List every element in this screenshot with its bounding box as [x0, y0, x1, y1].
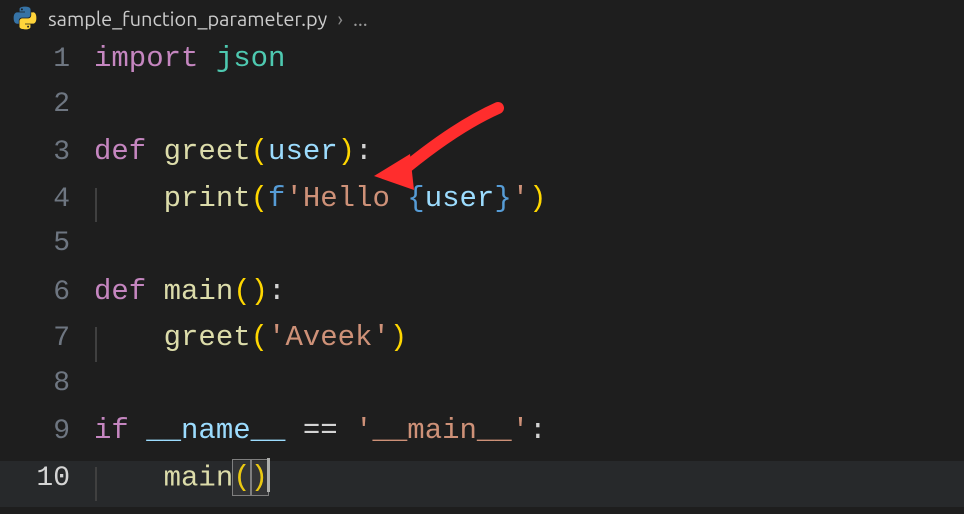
paren-close: ) — [338, 135, 355, 168]
code-line[interactable]: 3 def greet(user): — [0, 135, 964, 182]
code-line[interactable]: 5 — [0, 228, 964, 275]
text-cursor — [267, 458, 270, 492]
dunder-name: __name__ — [146, 414, 285, 447]
function-name: main — [164, 275, 234, 308]
code-line-current[interactable]: 10 main() — [0, 461, 964, 508]
variable-name: user — [425, 182, 495, 215]
line-number: 1 — [0, 44, 94, 75]
line-number: 8 — [0, 368, 94, 399]
line-number: 7 — [0, 323, 94, 354]
code-content[interactable]: main() — [94, 461, 270, 495]
code-content[interactable]: greet('Aveek') — [94, 321, 407, 354]
paren-close: ) — [251, 461, 268, 494]
chevron-right-icon: › — [337, 7, 343, 30]
colon: : — [268, 275, 285, 308]
line-number: 3 — [0, 137, 94, 168]
keyword-def: def — [94, 275, 146, 308]
function-call: greet — [164, 321, 251, 354]
keyword-import: import — [94, 42, 198, 75]
paren-open: ( — [233, 461, 250, 494]
breadcrumb[interactable]: sample_function_parameter.py › ... — [0, 0, 964, 36]
paren-close: ) — [529, 182, 546, 215]
code-line[interactable]: 1 import json — [0, 42, 964, 89]
keyword-if: if — [94, 414, 129, 447]
paren-open: ( — [233, 275, 250, 308]
string-literal: '__main__' — [355, 414, 529, 447]
code-content[interactable]: import json — [94, 42, 285, 75]
code-content[interactable]: def main(): — [94, 275, 285, 308]
parameter-name: user — [268, 135, 338, 168]
paren-open: ( — [251, 182, 268, 215]
code-line[interactable]: 8 — [0, 368, 964, 415]
line-number: 2 — [0, 89, 94, 120]
line-number: 4 — [0, 184, 94, 215]
string-literal: 'Aveek' — [268, 321, 390, 354]
code-content[interactable]: def greet(user): — [94, 135, 372, 168]
colon: : — [529, 414, 546, 447]
code-content[interactable]: if __name__ == '__main__': — [94, 414, 547, 447]
line-number: 10 — [0, 463, 94, 494]
line-number: 5 — [0, 228, 94, 259]
fstring-brace: { — [407, 182, 424, 215]
breadcrumb-ellipsis[interactable]: ... — [353, 7, 368, 30]
module-name: json — [216, 42, 286, 75]
code-line[interactable]: 9 if __name__ == '__main__': — [0, 414, 964, 461]
line-number: 9 — [0, 416, 94, 447]
fstring-prefix: f — [268, 182, 285, 215]
fstring-brace: } — [494, 182, 511, 215]
code-editor[interactable]: 1 import json 2 3 def greet(user): 4 pri… — [0, 36, 964, 507]
colon: : — [355, 135, 372, 168]
code-line[interactable]: 7 greet('Aveek') — [0, 321, 964, 368]
paren-close: ) — [251, 275, 268, 308]
paren-open: ( — [251, 321, 268, 354]
paren-open: ( — [251, 135, 268, 168]
code-content[interactable]: print(f'Hello {user}') — [94, 182, 547, 215]
operator-eq: == — [303, 414, 338, 447]
paren-close: ) — [390, 321, 407, 354]
string-literal: ' — [512, 182, 529, 215]
string-literal: 'Hello — [285, 182, 407, 215]
function-call: print — [164, 182, 251, 215]
code-line[interactable]: 6 def main(): — [0, 275, 964, 322]
keyword-def: def — [94, 135, 146, 168]
line-number: 6 — [0, 277, 94, 308]
function-call: main — [164, 461, 234, 494]
code-line[interactable]: 4 print(f'Hello {user}') — [0, 182, 964, 229]
code-line[interactable]: 2 — [0, 89, 964, 136]
python-icon — [12, 5, 38, 31]
function-name: greet — [164, 135, 251, 168]
breadcrumb-file[interactable]: sample_function_parameter.py — [48, 7, 327, 30]
